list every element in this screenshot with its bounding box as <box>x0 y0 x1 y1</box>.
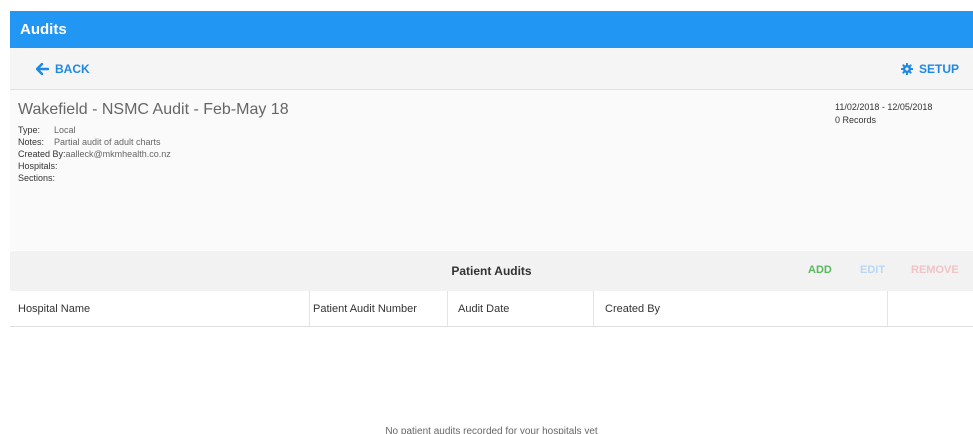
remove-button[interactable]: REMOVE <box>911 264 959 276</box>
notes-value: Partial audit of adult charts <box>54 137 161 147</box>
notes-label: Notes: <box>18 137 45 147</box>
table-body: No patient audits recorded for your hosp… <box>10 327 973 434</box>
record-count: 0 Records <box>835 115 877 125</box>
table-header: Hospital Name Patient Audit Number Audit… <box>10 291 973 327</box>
audit-meta: Type: Local Notes: Partial audit of adul… <box>18 124 171 184</box>
type-row: Type: Local <box>18 124 171 136</box>
created-by-label: Created By: <box>18 149 66 159</box>
sections-label: Sections: <box>18 173 56 183</box>
add-button[interactable]: ADD <box>808 264 832 276</box>
created-by-value: aalleck@mkmhealth.co.nz <box>65 149 171 159</box>
page-title: Audits <box>20 21 67 38</box>
column-header-patient-audit-number[interactable]: Patient Audit Number <box>310 291 448 326</box>
audit-title: Wakefield - NSMC Audit - Feb-May 18 <box>18 101 289 118</box>
back-label: BACK <box>55 61 90 76</box>
app-header: Audits <box>10 11 973 48</box>
column-header-created-by[interactable]: Created By <box>594 291 888 326</box>
date-range: 11/02/2018 - 12/05/2018 <box>835 102 933 112</box>
setup-label: SETUP <box>918 61 959 76</box>
column-header-hospital-name[interactable]: Hospital Name <box>10 291 310 326</box>
patient-audits-header: Patient Audits ADD EDIT REMOVE <box>10 251 973 292</box>
setup-button[interactable]: SETUP <box>900 61 959 76</box>
notes-row: Notes: Partial audit of adult charts <box>18 136 171 148</box>
type-value: Local <box>54 125 76 135</box>
hospitals-label: Hospitals: <box>18 161 58 171</box>
edit-button[interactable]: EDIT <box>860 264 885 276</box>
hospitals-row: Hospitals: <box>18 160 171 172</box>
created-by-row: Created By: aalleck@mkmhealth.co.nz <box>18 148 171 160</box>
toolbar: BACK SETUP <box>10 48 973 90</box>
empty-message: No patient audits recorded for your hosp… <box>385 426 598 434</box>
sections-row: Sections: <box>18 172 171 184</box>
audit-details: Wakefield - NSMC Audit - Feb-May 18 Type… <box>10 90 973 250</box>
type-label: Type: <box>18 125 41 135</box>
audits-page: Audits BACK SETUP Wakefield - NSMC Audit… <box>0 0 973 434</box>
column-header-audit-date[interactable]: Audit Date <box>448 291 594 326</box>
gear-icon <box>900 62 913 75</box>
back-button[interactable]: BACK <box>36 62 90 76</box>
column-header-blank <box>888 291 973 326</box>
audit-dates: 11/02/2018 - 12/05/2018 0 Records <box>835 101 973 127</box>
arrow-left-icon <box>36 62 49 75</box>
